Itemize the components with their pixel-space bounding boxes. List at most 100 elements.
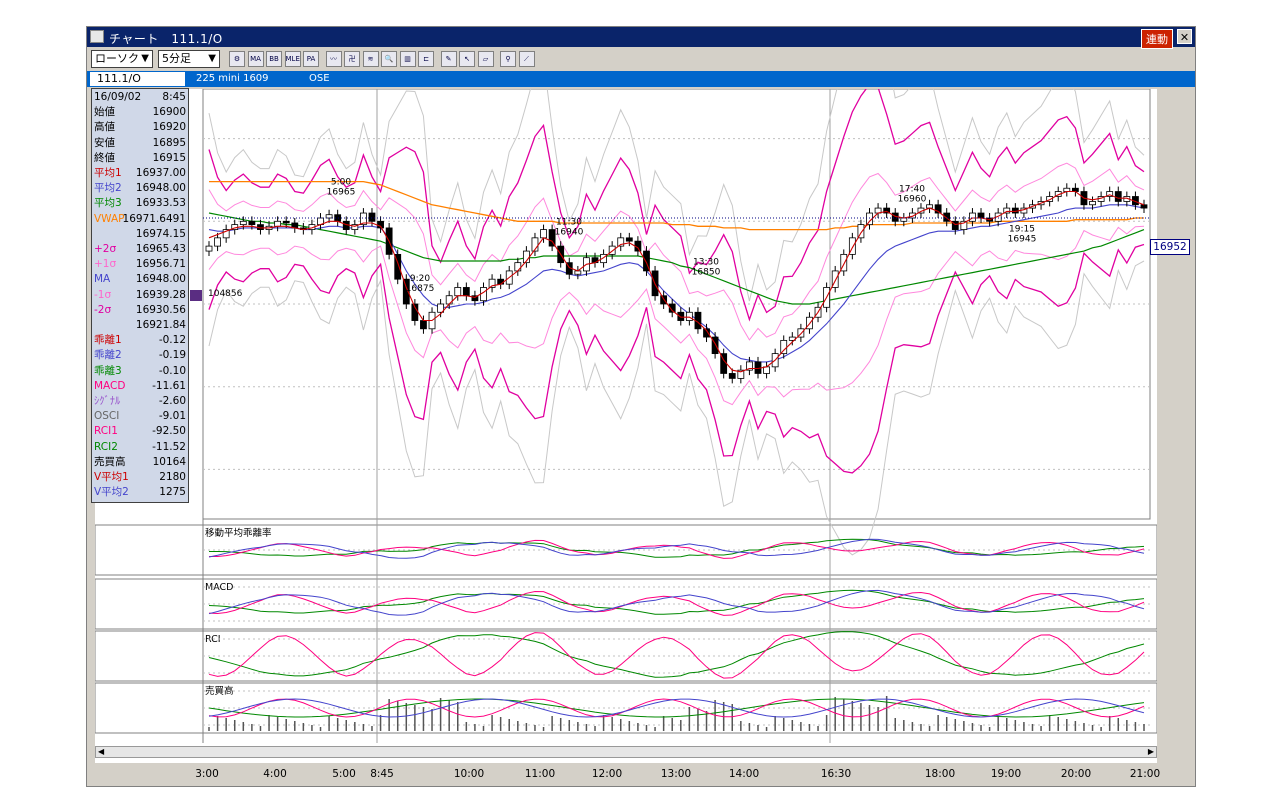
scroll-right-icon[interactable]: ▶ bbox=[1148, 747, 1154, 756]
data-row: 終値 16915 bbox=[94, 151, 186, 166]
symbol-input[interactable]: 111.1/O bbox=[90, 72, 185, 86]
data-row-value: 16937.00 bbox=[135, 167, 186, 179]
data-row-label: +2σ bbox=[94, 243, 117, 255]
data-row-label: 高値 bbox=[94, 121, 115, 134]
x-tick-label: 11:00 bbox=[524, 768, 556, 780]
data-row-label: MA bbox=[94, 273, 111, 286]
data-row-value: -0.19 bbox=[158, 349, 186, 362]
chart-settings-icon[interactable]: ⚙ bbox=[229, 51, 245, 67]
data-row: 16/09/02 8:45 bbox=[94, 90, 186, 105]
bar-chart-icon[interactable]: ≋ bbox=[362, 51, 379, 67]
data-row: 乖離1 -0.12 bbox=[94, 333, 186, 348]
data-row-value: -0.12 bbox=[158, 334, 186, 347]
annotation-value: 16940 bbox=[555, 227, 584, 237]
data-row: V平均1 2180 bbox=[94, 470, 186, 485]
interval-select[interactable]: 5分足 ▼ bbox=[158, 50, 220, 68]
zoom-icon[interactable]: 🔍 bbox=[381, 51, 397, 67]
candle-chart-icon[interactable]: 卍 bbox=[344, 51, 360, 67]
chart-canvas[interactable]: 5:00 16965 11:30 16940 9:20 16875 13:30 16850 17… bbox=[94, 0, 1205, 763]
eraser-icon[interactable]: ▱ bbox=[477, 51, 494, 67]
chart-bg bbox=[95, 89, 1157, 763]
data-row-value: 16948.00 bbox=[135, 273, 186, 286]
data-row-value: 16900 bbox=[152, 106, 186, 119]
data-row-label: 平均2 bbox=[94, 182, 122, 195]
data-row-value: -11.52 bbox=[152, 440, 186, 453]
annotation-value: 16965 bbox=[327, 188, 356, 198]
candle-body bbox=[454, 287, 462, 297]
data-row: 16974.15 bbox=[94, 227, 186, 242]
price-axis-area bbox=[1157, 89, 1171, 763]
link-button[interactable]: 連動 bbox=[1141, 29, 1173, 49]
chevron-down-icon: ▼ bbox=[208, 53, 216, 64]
title-bar: チャート 111.1/O 連動 ✕ bbox=[87, 27, 1195, 49]
data-row-value: 16974.15 bbox=[135, 227, 186, 240]
data-row: 平均1 16937.00 bbox=[94, 166, 186, 181]
chart-svg[interactable]: 5:0016965 11:3016940 9:2016875 13:3016850 17… bbox=[94, 0, 1205, 763]
data-row-label: RCI2 bbox=[94, 440, 118, 453]
data-row: 高値 16920 bbox=[94, 120, 186, 135]
candle-body bbox=[969, 212, 976, 222]
data-row-value: 16920 bbox=[152, 121, 186, 134]
candle-body bbox=[1140, 204, 1148, 209]
data-row-label: 安値 bbox=[94, 136, 115, 149]
sub-panel-title: 移動平均乖離率 bbox=[205, 527, 272, 539]
data-row-value: 16895 bbox=[152, 136, 186, 149]
range-icon[interactable]: ⊏ bbox=[418, 51, 434, 67]
data-row: +2σ 16965.43 bbox=[94, 242, 186, 257]
data-panel: 16/09/02 8:45 始値 16900 高値 16920 安値 16895 終値 16915… bbox=[91, 88, 189, 503]
data-row-label: 乖離1 bbox=[94, 334, 122, 347]
annotation-value: 16850 bbox=[692, 267, 721, 277]
mle-button[interactable]: MLE bbox=[284, 51, 301, 67]
candle-body bbox=[445, 295, 453, 305]
x-tick-label: 5:00 bbox=[332, 768, 356, 780]
data-row-label: V平均2 bbox=[94, 486, 129, 499]
candle-body bbox=[677, 311, 685, 321]
candle-body bbox=[205, 245, 213, 252]
data-row: MA 16948.00 bbox=[94, 272, 186, 287]
data-row-label: 売買高 bbox=[94, 455, 126, 468]
indicator-icon[interactable]: ▥ bbox=[399, 51, 416, 67]
data-row-label: 平均3 bbox=[94, 197, 122, 210]
exchange-name: OSE bbox=[309, 73, 330, 84]
candle-body bbox=[214, 237, 221, 247]
ma-button[interactable]: MA bbox=[247, 51, 264, 67]
scroll-left-icon[interactable]: ◀ bbox=[98, 747, 104, 756]
pa-button[interactable]: PA bbox=[303, 51, 319, 67]
chart-type-select[interactable]: ローソク ▼ bbox=[91, 50, 153, 68]
candle-body bbox=[248, 220, 256, 226]
close-button[interactable]: ✕ bbox=[1177, 29, 1192, 44]
candle-body bbox=[514, 262, 522, 272]
draw-line-icon[interactable]: ⟋ bbox=[518, 51, 535, 67]
line-chart-icon[interactable]: 〰 bbox=[325, 51, 342, 67]
candle-body bbox=[274, 220, 282, 227]
data-row-label: 乖離3 bbox=[94, 364, 122, 377]
interval-value: 5分足 bbox=[162, 52, 191, 65]
bb-button[interactable]: BB bbox=[266, 51, 282, 67]
x-tick-label: 18:00 bbox=[924, 768, 956, 780]
data-row-value: -2.60 bbox=[158, 395, 186, 407]
candle-body bbox=[977, 212, 985, 219]
chart-app-icon bbox=[90, 30, 104, 43]
pen-icon[interactable]: ✎ bbox=[440, 51, 457, 67]
x-tick-label: 4:00 bbox=[263, 768, 287, 780]
search-icon[interactable]: ⚲ bbox=[500, 51, 516, 67]
candle-body bbox=[1089, 201, 1096, 206]
horizontal-scrollbar[interactable]: ◀ ▶ bbox=[95, 746, 1157, 758]
data-row-label: MACD bbox=[94, 379, 126, 392]
data-row-value: 16948.00 bbox=[135, 182, 186, 195]
cursor-icon[interactable]: ↖ bbox=[459, 51, 475, 67]
data-row-label: ｼｸﾞﾅﾙ bbox=[94, 395, 121, 407]
data-row-value: 16956.71 bbox=[135, 258, 186, 271]
chevron-down-icon: ▼ bbox=[141, 53, 149, 64]
data-row-label: V平均1 bbox=[94, 471, 129, 483]
x-tick-label: 16:30 bbox=[820, 768, 852, 780]
data-row: 平均3 16933.53 bbox=[94, 196, 186, 211]
data-row: 始値 16900 bbox=[94, 105, 186, 120]
candle-body bbox=[728, 373, 736, 379]
annotation-time: 9:20 bbox=[410, 274, 430, 284]
data-row-value: 16933.53 bbox=[135, 197, 186, 210]
candle-body bbox=[685, 311, 693, 321]
data-row-value: 16971.6491 bbox=[122, 212, 186, 225]
x-tick-label: 21:00 bbox=[1129, 768, 1161, 780]
data-row: +1σ 16956.71 bbox=[94, 257, 186, 272]
